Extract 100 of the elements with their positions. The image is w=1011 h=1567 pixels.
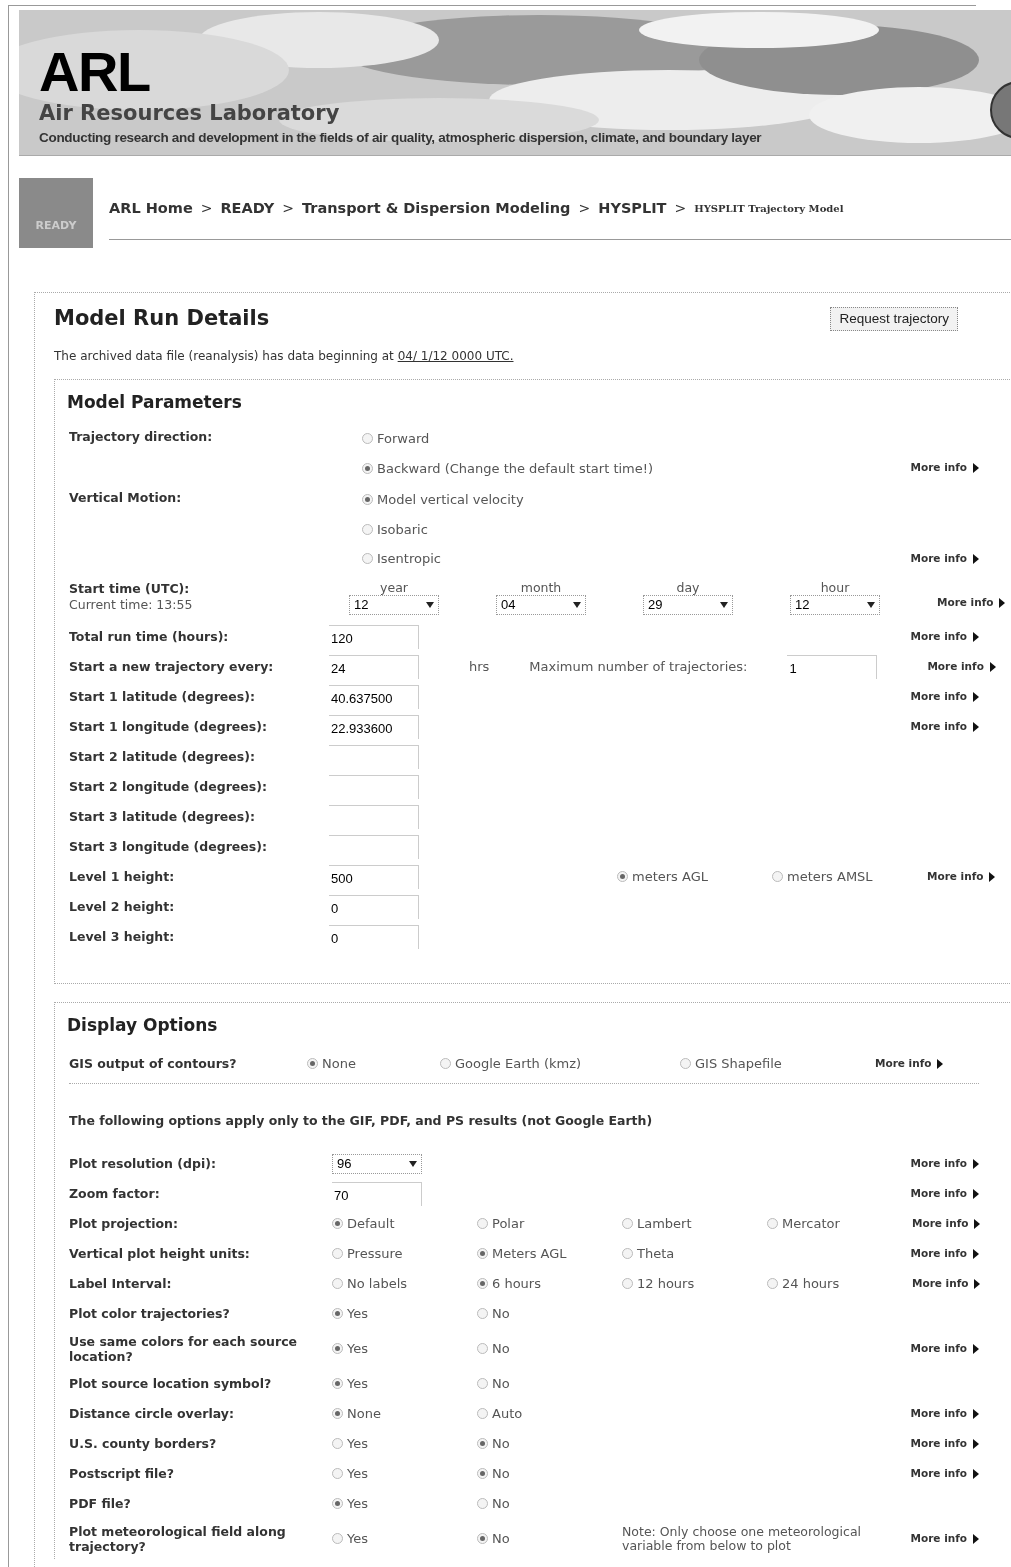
radio-button[interactable]	[307, 1058, 318, 1069]
radio-button[interactable]	[477, 1533, 488, 1545]
radio-button[interactable]	[622, 1278, 633, 1290]
radio-button[interactable]	[332, 1408, 343, 1420]
radio-button[interactable]	[477, 1248, 488, 1260]
radio-button[interactable]	[477, 1378, 488, 1390]
radio-button[interactable]	[332, 1343, 343, 1355]
date-link[interactable]: 04/ 1/12 0000 UTC.	[397, 348, 514, 363]
radio-button[interactable]	[617, 871, 628, 882]
select-dropdown[interactable]: 96	[332, 1153, 422, 1174]
radio-button[interactable]	[767, 1218, 778, 1230]
input-field[interactable]: 70	[332, 1181, 422, 1206]
radio-button[interactable]	[477, 1278, 488, 1290]
more-info-link[interactable]: More info	[875, 1055, 944, 1072]
radio-button[interactable]	[767, 1278, 778, 1290]
breadcrumb-link[interactable]: ARL Home	[109, 197, 193, 220]
radio-button[interactable]	[362, 494, 373, 506]
more-info-link[interactable]: More info	[910, 628, 979, 645]
input-field[interactable]: 500	[329, 864, 419, 889]
more-info-link[interactable]: More info	[910, 1530, 979, 1547]
input-field[interactable]	[329, 774, 419, 799]
radio-button[interactable]	[772, 871, 783, 882]
more-info-link[interactable]: More info	[912, 1275, 981, 1292]
more-info-link[interactable]: More info	[910, 1465, 979, 1482]
radio-button[interactable]	[362, 462, 373, 474]
input-field[interactable]: 24	[329, 654, 419, 679]
radio-button[interactable]	[362, 553, 373, 565]
breadcrumb-link[interactable]: READY	[220, 197, 275, 220]
field-label: Start time (UTC):	[69, 580, 191, 596]
radio-button[interactable]	[332, 1278, 343, 1290]
radio-button[interactable]	[332, 1218, 343, 1230]
section-title: Model Parameters	[67, 390, 243, 414]
radio-label: 6 hours	[492, 1275, 541, 1293]
more-info-link[interactable]: More info	[910, 1340, 979, 1357]
breadcrumb-link[interactable]: HYSPLIT	[598, 197, 667, 220]
input-field[interactable]: 120	[329, 624, 419, 649]
field-label: Start 2 latitude (degrees):	[69, 749, 256, 764]
field-label: Level 3 height:	[69, 929, 176, 944]
more-info-link[interactable]: More info	[910, 1245, 979, 1262]
breadcrumb-link[interactable]: HYSPLIT Trajectory Model	[694, 201, 844, 216]
radio-button[interactable]	[332, 1248, 343, 1260]
select-dropdown[interactable]: 29	[643, 594, 733, 615]
radio-button[interactable]	[477, 1468, 488, 1480]
request-trajectory-button[interactable]: Request trajectory	[830, 306, 958, 331]
radio-label: Mercator	[782, 1215, 840, 1233]
select-dropdown[interactable]: 04	[496, 594, 586, 615]
more-info-link[interactable]: More info	[910, 688, 979, 705]
more-info-link[interactable]: More info	[927, 658, 996, 675]
input-field[interactable]	[329, 804, 419, 829]
more-info-link[interactable]: More info	[927, 868, 996, 885]
more-info-link[interactable]: More info	[910, 1155, 979, 1172]
radio-label: No labels	[347, 1275, 408, 1293]
radio-label: Yes	[347, 1375, 368, 1393]
more-info-link[interactable]: More info	[910, 1435, 979, 1452]
more-info-link[interactable]: More info	[910, 1405, 979, 1422]
radio-button[interactable]	[622, 1248, 633, 1260]
radio-label: No	[492, 1340, 510, 1358]
field-caption: year	[379, 580, 409, 595]
radio-button[interactable]	[622, 1218, 633, 1230]
radio-button[interactable]	[477, 1343, 488, 1355]
field-label: Vertical Motion:	[69, 490, 183, 505]
breadcrumb-separator: >	[674, 199, 687, 218]
more-info-link[interactable]: More info	[912, 1215, 981, 1232]
radio-button[interactable]	[680, 1058, 691, 1069]
more-info-link[interactable]: More info	[937, 594, 1006, 611]
radio-button[interactable]	[332, 1378, 343, 1390]
more-info-link[interactable]: More info	[910, 1185, 979, 1202]
radio-button[interactable]	[332, 1438, 343, 1450]
radio-label: Polar	[492, 1215, 525, 1233]
radio-button[interactable]	[332, 1533, 343, 1545]
radio-button[interactable]	[362, 523, 373, 535]
input-field[interactable]	[329, 834, 419, 859]
radio-button[interactable]	[440, 1058, 451, 1069]
radio-button[interactable]	[477, 1408, 488, 1420]
field-text: hrs	[469, 657, 490, 676]
more-info-link[interactable]: More info	[910, 460, 979, 477]
input-field[interactable]: 1	[787, 654, 878, 679]
more-info-link[interactable]: More info	[910, 718, 979, 735]
field-label: Vertical plot height units:	[69, 1246, 251, 1262]
breadcrumb-link[interactable]: Transport & Dispersion Modeling	[301, 197, 571, 220]
radio-button[interactable]	[477, 1218, 488, 1230]
field-label: Level 1 height:	[69, 869, 176, 884]
input-field[interactable]: 0	[329, 924, 419, 949]
radio-button[interactable]	[332, 1308, 343, 1320]
radio-button[interactable]	[362, 433, 373, 445]
radio-button[interactable]	[477, 1438, 488, 1450]
field-label: Plot color trajectories?	[69, 1306, 231, 1322]
more-info-link[interactable]: More info	[910, 550, 979, 567]
input-field[interactable]: 40.637500	[329, 684, 419, 709]
radio-label: Yes	[347, 1435, 368, 1453]
input-field[interactable]	[329, 744, 419, 769]
radio-button[interactable]	[477, 1498, 488, 1510]
radio-button[interactable]	[477, 1308, 488, 1320]
radio-button[interactable]	[332, 1498, 343, 1510]
triangle-icon	[974, 1218, 981, 1229]
radio-button[interactable]	[332, 1468, 343, 1480]
select-dropdown[interactable]: 12	[349, 594, 439, 615]
select-dropdown[interactable]: 12	[790, 594, 880, 615]
input-field[interactable]: 0	[329, 894, 419, 919]
input-field[interactable]: 22.933600	[329, 714, 419, 739]
